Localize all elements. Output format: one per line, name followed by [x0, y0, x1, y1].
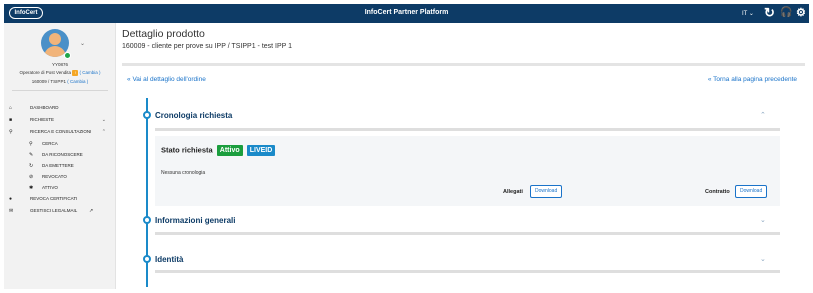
circle-icon: ● — [9, 196, 13, 202]
double-chevron-left-icon: « — [707, 76, 712, 83]
timeline-dot — [143, 216, 151, 224]
chevron-down-icon: ⌄ — [101, 117, 106, 123]
empty-history-text: Nessuna cronologia — [161, 170, 206, 176]
role-label: Operatore di Post Vendita — [19, 70, 71, 76]
external-link-icon: ↗ — [89, 208, 94, 214]
section-divider — [155, 232, 780, 235]
status-label: Stato richiesta — [161, 145, 213, 155]
back-to-order-label: Vai al dettaglio dell'ordine — [132, 76, 206, 83]
settings-icon[interactable]: ⚙ — [796, 6, 806, 20]
chevron-down-icon[interactable]: ⌄ — [760, 255, 766, 263]
sidebar-item-revocato[interactable]: ⊘ REVOCATO — [4, 173, 116, 181]
back-to-previous-link[interactable]: « Torna alla pagina precedente — [708, 76, 797, 83]
refresh-icon[interactable]: ↻ — [764, 6, 775, 20]
online-status-icon — [64, 52, 71, 59]
page-title: Dettaglio prodotto — [122, 28, 205, 40]
allegati-download-button[interactable]: Download — [530, 185, 563, 198]
sidebar-item-da-riconoscere[interactable]: ✎ DA RICONOSCERE — [4, 151, 116, 159]
sidebar-item-attivo[interactable]: ✱ ATTIVO — [4, 184, 116, 192]
chevron-up-icon: ⌃ — [101, 129, 106, 135]
section-title-identita[interactable]: Identità — [155, 255, 183, 264]
status-badge: Attivo — [216, 145, 243, 156]
sidebar-item-label: DA EMETTERE — [42, 163, 74, 168]
section-divider — [155, 128, 780, 131]
section-divider — [155, 270, 780, 273]
warning-icon: ! — [72, 70, 79, 76]
ban-icon: ⊘ — [29, 174, 34, 180]
sidebar-item-label: RICERCA E CONSULTAZIONI — [30, 129, 92, 134]
allegati-label: Allegati — [503, 189, 523, 195]
search-icon: ⚲ — [9, 129, 13, 135]
change-role-link[interactable]: ( Cambia ) — [80, 70, 101, 75]
sidebar-item-label: DA RICONOSCERE — [42, 152, 83, 157]
search-icon: ⚲ — [29, 141, 33, 147]
change-point-link[interactable]: ( Cambia ) — [67, 79, 88, 84]
support-icon[interactable]: 🎧 — [780, 6, 792, 20]
pen-icon: ✎ — [29, 152, 34, 158]
sidebar-item-richieste[interactable]: ■ RICHIESTE ⌄ — [4, 116, 116, 124]
timeline-dot — [143, 255, 151, 263]
sidebar-item-label: REVOCA CERTIFICATI — [30, 196, 78, 201]
liveid-badge: LIVEID — [246, 145, 276, 156]
header-divider — [122, 63, 805, 66]
sidebar-item-dashboard[interactable]: ⌂ DASHBOARD — [4, 104, 116, 112]
back-to-order-link[interactable]: « Vai al dettaglio dell'ordine — [127, 76, 206, 83]
user-point: 160009 / TSIPP1 ( Cambia ) — [4, 79, 116, 84]
page-subtitle: 160009 - cliente per prove su IPP / TSIP… — [122, 43, 293, 50]
star-icon: ✱ — [29, 185, 34, 191]
double-chevron-left-icon: « — [127, 76, 131, 83]
point-label: 160009 / TSIPP1 — [31, 79, 66, 84]
cronologia-panel: Stato richiesta Attivo LIVEID Nessuna cr… — [155, 136, 780, 206]
sidebar-item-label: ATTIVO — [42, 185, 58, 190]
sidebar-divider — [12, 90, 108, 91]
chevron-up-icon[interactable]: ⌃ — [760, 111, 766, 119]
section-title-cronologia[interactable]: Cronologia richiesta — [155, 111, 232, 120]
sidebar-item-revoca-certificati[interactable]: ● REVOCA CERTIFICATI — [4, 195, 116, 203]
app-title: InfoCert Partner Platform — [364, 9, 449, 16]
sidebar-item-gestisci-legalmail[interactable]: ✉ GESTISCI LEGALMAIL ↗ — [4, 207, 116, 215]
user-role: Operatore di Post Vendita ! ( Cambia ) — [4, 70, 116, 76]
sidebar-item-label: DASHBOARD — [30, 105, 59, 110]
contratto-label: Contratto — [705, 189, 730, 195]
language-label: IT — [742, 11, 748, 17]
mail-icon: ✉ — [9, 208, 14, 214]
sidebar-item-label: REVOCATO — [42, 174, 67, 179]
chevron-down-icon[interactable]: ⌄ — [80, 40, 85, 47]
contratto-download-button[interactable]: Download — [735, 185, 768, 198]
sidebar-item-label: GESTISCI LEGALMAIL — [30, 208, 78, 213]
sidebar-item-label: RICHIESTE — [30, 117, 55, 122]
briefcase-icon: ■ — [9, 117, 13, 123]
chevron-down-icon[interactable]: ⌄ — [760, 216, 766, 224]
sidebar-item-da-emettere[interactable]: ↻ DA EMETTERE — [4, 162, 116, 170]
sidebar-item-ricerca[interactable]: ⚲ RICERCA E CONSULTAZIONI ⌃ — [4, 128, 116, 136]
top-header: InfoCert InfoCert Partner Platform IT ⌄ … — [4, 4, 809, 23]
section-title-informazioni[interactable]: Informazioni generali — [155, 216, 235, 225]
language-select[interactable]: IT ⌄ — [742, 10, 754, 17]
sidebar: ⌄ YY0876 Operatore di Post Vendita ! ( C… — [4, 23, 116, 289]
home-icon: ⌂ — [9, 105, 13, 111]
back-to-previous-label: Torna alla pagina precedente — [713, 76, 797, 83]
status-row: Stato richiesta Attivo LIVEID — [161, 145, 276, 156]
sidebar-item-cerca[interactable]: ⚲ CERCA — [4, 140, 116, 148]
refresh-icon: ↻ — [29, 163, 34, 169]
user-id: YY0876 — [51, 62, 68, 67]
sidebar-item-label: CERCA — [42, 141, 58, 146]
timeline-dot — [143, 111, 151, 119]
